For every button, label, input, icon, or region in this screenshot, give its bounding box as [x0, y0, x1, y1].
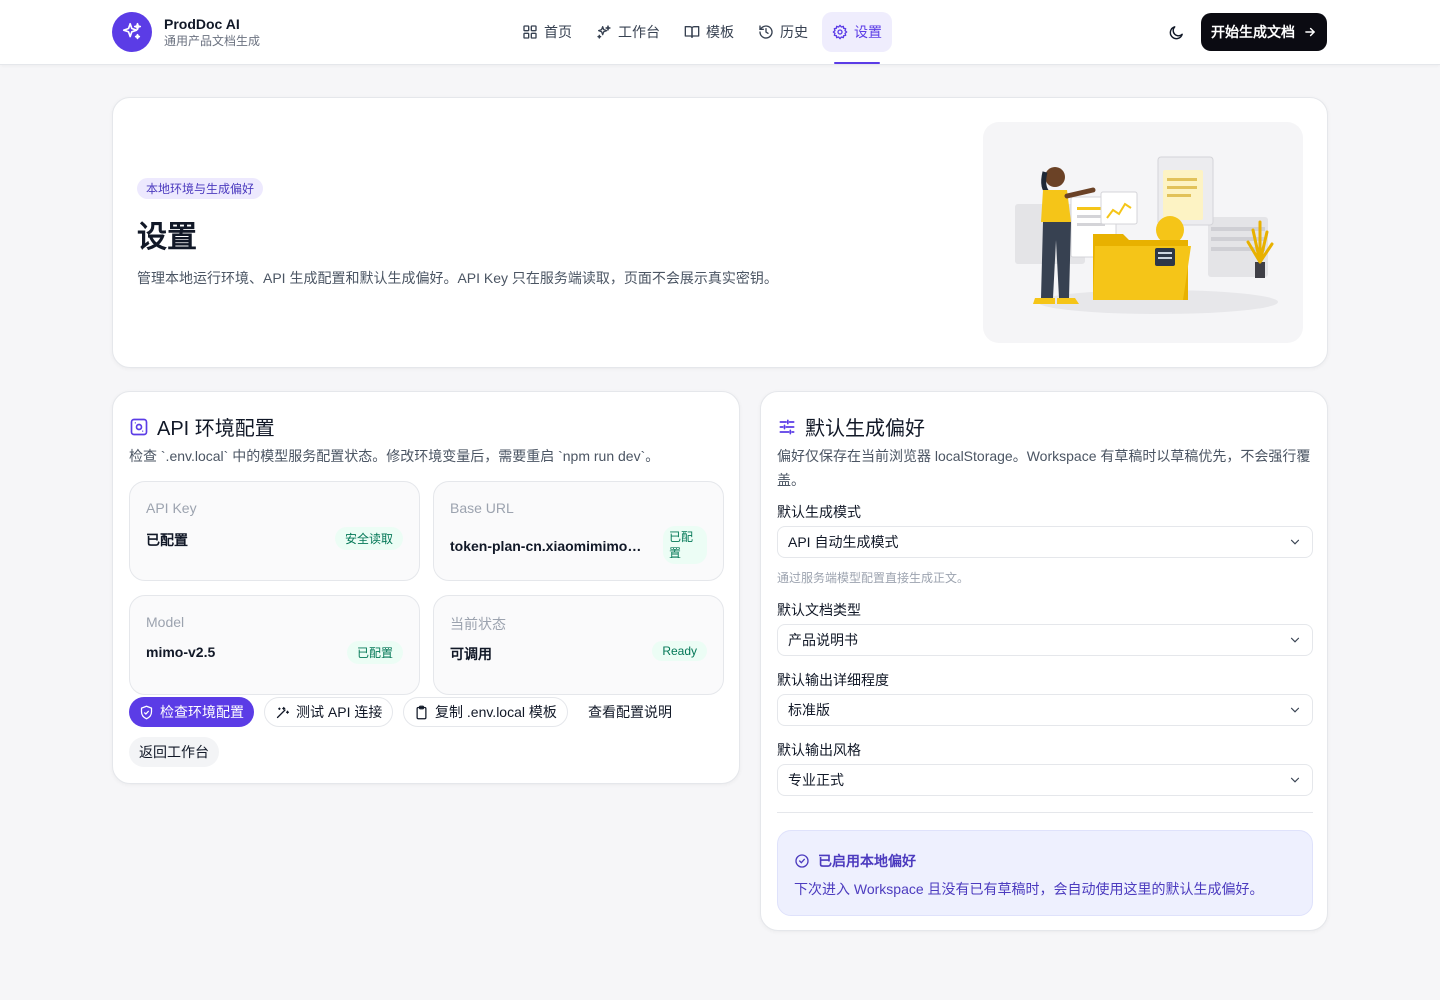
gear-icon	[832, 24, 848, 40]
stat-label: Base URL	[450, 500, 514, 516]
nav-workspace-label: 工作台	[618, 24, 660, 40]
nav-settings[interactable]: 设置	[822, 12, 892, 64]
select-value: 标准版	[788, 702, 830, 718]
status-badge: 安全读取	[334, 527, 403, 550]
status-badge: 已配置	[663, 526, 707, 564]
status-badge: Ready	[652, 641, 707, 661]
output-style-select[interactable]: 专业正式	[777, 764, 1313, 796]
arrow-right-icon	[1305, 27, 1315, 37]
api-card-description: 检查 `.env.local` 中的模型服务配置状态。修改环境变量后，需要重启 …	[129, 448, 660, 464]
doc-type-select[interactable]: 产品说明书	[777, 624, 1313, 656]
api-config-card: API 环境配置 检查 `.env.local` 中的模型服务配置状态。修改环境…	[112, 391, 740, 784]
copy-env-label: 复制 .env.local 模板	[435, 704, 557, 720]
notice-text: 下次进入 Workspace 且没有已有草稿时，会自动使用这里的默认生成偏好。	[794, 881, 1264, 897]
field-label-mode: 默认生成模式	[777, 504, 861, 520]
chevron-down-icon	[1290, 637, 1300, 643]
nav-home[interactable]: 首页	[512, 12, 582, 52]
shield-check-icon	[140, 705, 153, 719]
pref-card-title: 默认生成偏好	[805, 418, 925, 440]
test-api-label: 测试 API 连接	[296, 704, 383, 720]
nav-templates[interactable]: 模板	[674, 12, 744, 52]
check-env-label: 检查环境配置	[160, 704, 244, 720]
local-pref-notice: 已启用本地偏好 下次进入 Workspace 且没有已有草稿时，会自动使用这里的…	[777, 830, 1313, 916]
generation-mode-select[interactable]: API 自动生成模式	[777, 526, 1313, 558]
generation-preferences-card: 默认生成偏好 偏好仅保存在当前浏览器 localStorage。Workspac…	[760, 391, 1328, 931]
stat-value: mimo-v2.5	[146, 644, 216, 660]
field-label-style: 默认输出风格	[777, 742, 861, 758]
api-card-title: API 环境配置	[157, 418, 275, 440]
brand-name: ProdDoc AI	[164, 16, 240, 32]
field-label-doc-type: 默认文档类型	[777, 602, 861, 618]
hero-illustration	[983, 122, 1303, 343]
sparkles-icon	[112, 12, 152, 52]
divider	[777, 812, 1313, 813]
brand-subtitle: 通用产品文档生成	[164, 34, 261, 48]
hero-badge: 本地环境与生成偏好	[137, 178, 264, 199]
hero-description: 管理本地运行环境、API 生成配置和默认生成偏好。API Key 只在服务端读取…	[137, 270, 778, 286]
detail-level-select[interactable]: 标准版	[777, 694, 1313, 726]
notice-title: 已启用本地偏好	[818, 853, 916, 869]
settings-hero: 本地环境与生成偏好 设置 管理本地运行环境、API 生成配置和默认生成偏好。AP…	[112, 97, 1328, 368]
status-badge: 已配置	[346, 641, 403, 664]
view-docs-label: 查看配置说明	[588, 704, 672, 720]
select-value: 专业正式	[788, 772, 844, 788]
stat-label: 当前状态	[450, 616, 506, 632]
field-label-detail: 默认输出详细程度	[777, 672, 889, 688]
view-config-docs-button[interactable]: 查看配置说明	[578, 697, 682, 727]
clipboard-icon	[416, 705, 427, 719]
grid-icon	[523, 25, 537, 39]
chevron-down-icon	[1290, 777, 1300, 783]
page-title: 设置	[137, 221, 197, 254]
check-env-button[interactable]: 检查环境配置	[129, 697, 254, 727]
back-label: 返回工作台	[139, 744, 209, 760]
copy-env-template-button[interactable]: 复制 .env.local 模板	[403, 697, 568, 727]
stat-value: token-plan-cn.xiaomimimo.com	[450, 538, 645, 554]
stat-current-status: 当前状态 可调用 Ready	[433, 595, 724, 695]
server-settings-icon	[130, 418, 148, 435]
select-value: API 自动生成模式	[788, 534, 899, 550]
nav-home-label: 首页	[544, 24, 572, 40]
book-icon	[684, 26, 700, 38]
main-nav: 首页 工作台 模板 历史 设置	[512, 12, 892, 64]
stat-label: API Key	[146, 500, 197, 516]
nav-history-label: 历史	[780, 24, 808, 40]
stat-label: Model	[146, 614, 185, 630]
start-generate-button[interactable]: 开始生成文档	[1201, 13, 1327, 51]
sliders-icon	[779, 419, 795, 434]
back-to-workspace-button[interactable]: 返回工作台	[129, 737, 219, 767]
sparkles-icon	[597, 25, 611, 39]
brand[interactable]: ProdDoc AI 通用产品文档生成	[112, 12, 260, 52]
stat-value: 已配置	[146, 532, 188, 548]
nav-settings-label: 设置	[854, 24, 882, 40]
field-hint: 通过服务端模型配置直接生成正文。	[777, 571, 970, 585]
test-api-button[interactable]: 测试 API 连接	[264, 697, 394, 727]
chevron-down-icon	[1290, 539, 1300, 545]
pref-card-description: 偏好仅保存在当前浏览器 localStorage。Workspace 有草稿时以…	[777, 448, 1311, 488]
cta-label: 开始生成文档	[1211, 24, 1295, 40]
stat-api-key: API Key 已配置 安全读取	[129, 481, 420, 581]
check-circle-icon	[795, 854, 809, 868]
moon-icon	[1169, 25, 1183, 39]
nav-templates-label: 模板	[706, 24, 734, 40]
chevron-down-icon	[1290, 707, 1300, 713]
stat-base-url: Base URL token-plan-cn.xiaomimimo.com 已配…	[433, 481, 724, 581]
magic-wand-icon	[276, 706, 290, 718]
theme-toggle-button[interactable]	[1164, 20, 1188, 44]
nav-workspace[interactable]: 工作台	[586, 12, 670, 52]
nav-history[interactable]: 历史	[748, 12, 818, 52]
top-header: ProdDoc AI 通用产品文档生成 首页 工作台 模板 历史 设置 开始生成…	[0, 0, 1440, 65]
select-value: 产品说明书	[788, 632, 858, 648]
stat-model: Model mimo-v2.5 已配置	[129, 595, 420, 695]
history-icon	[759, 25, 773, 39]
stat-value: 可调用	[450, 646, 492, 662]
